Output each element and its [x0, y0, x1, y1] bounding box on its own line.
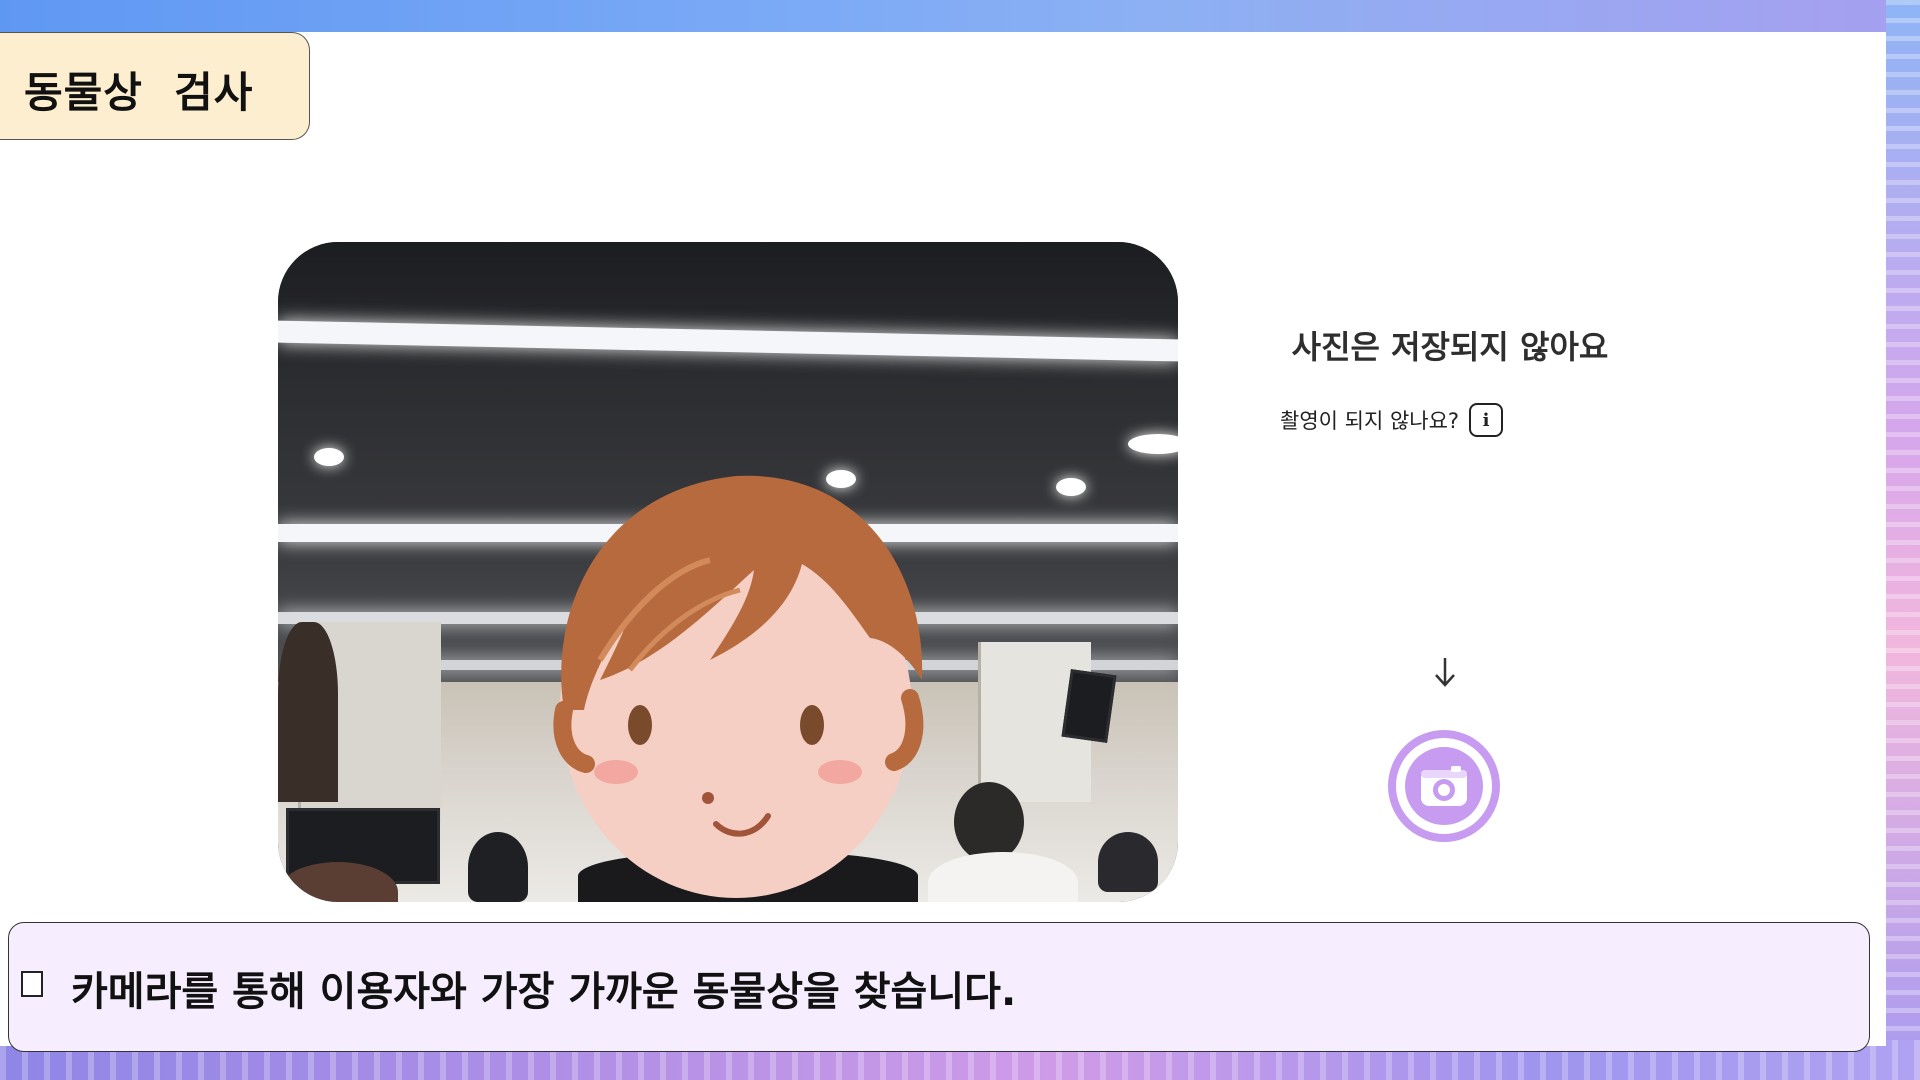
caption-box: 카메라를 통해 이용자와 가장 가까운 동물상을 찾습니다.: [8, 922, 1870, 1052]
privacy-notice: 사진은 저장되지 않아요: [1291, 328, 1609, 366]
capture-button-inner: [1405, 747, 1483, 825]
info-area: 사진은 저장되지 않아요 촬영이 되지 않나요? i: [1180, 322, 1720, 502]
arrow-down-icon: [1435, 658, 1455, 687]
cartoon-face-icon: [553, 475, 924, 898]
capture-button[interactable]: [1388, 730, 1500, 842]
slide-canvas: 동물상 검사 사진은 저장되지 않아요 촬영이 되지 않나요? i 카메라를 통…: [0, 32, 1886, 1052]
caption-text: 카메라를 통해 이용자와 가장 가까운 동물상을 찾습니다.: [71, 969, 1017, 1015]
info-icon[interactable]: i: [1469, 403, 1504, 437]
help-row[interactable]: 촬영이 되지 않나요? i: [1280, 400, 1504, 440]
title-tag: 동물상 검사: [0, 32, 310, 140]
page-title: 동물상 검사: [24, 68, 254, 117]
help-text[interactable]: 촬영이 되지 않나요?: [1280, 405, 1459, 435]
square-bullet-icon: [21, 971, 43, 997]
webcam-preview: [278, 242, 1178, 902]
camera-icon: [1421, 766, 1467, 806]
background-right-strip: [1886, 0, 1920, 1080]
